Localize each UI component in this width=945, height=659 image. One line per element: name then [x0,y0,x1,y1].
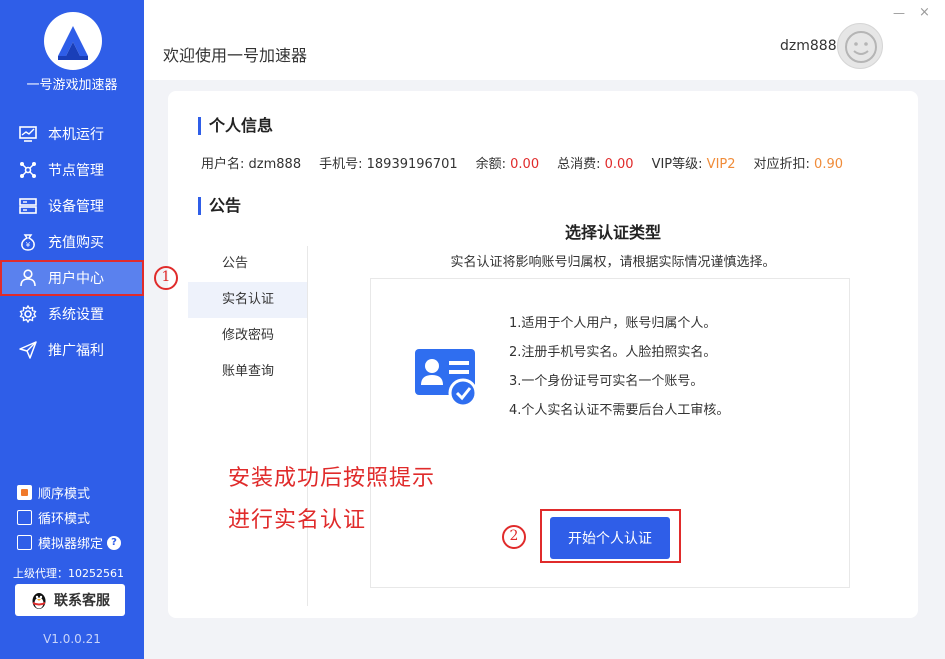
checkbox[interactable] [17,485,32,500]
app-version: V1.0.0.21 [43,632,101,646]
sidebar-item-label: 节点管理 [48,163,104,179]
sidebar-item-label: 充值购买 [48,235,104,251]
network-icon [18,160,38,180]
money-bag-icon: ¥ [18,232,38,252]
info-vip-level: VIP等级: VIP2 [651,157,736,172]
sidebar-item-node-management[interactable]: 节点管理 [0,152,144,188]
personal-verification-box: 1.适用于个人用户，账号归属个人。 2.注册手机号实名。人脸拍照实名。 3.一个… [370,278,850,588]
rule-item: 3.一个身份证号可实名一个账号。 [509,374,704,389]
welcome-text: 欢迎使用一号加速器 [163,46,308,65]
sidebar-item-local-run[interactable]: 本机运行 [0,116,144,152]
annotation-marker-2: 2 [502,525,526,549]
sidebar-item-promotion[interactable]: 推广福利 [0,332,144,368]
minimize-button[interactable]: — [893,6,905,20]
sidebar-item-device-management[interactable]: 设备管理 [0,188,144,224]
agent-info: 上级代理：10252561 [13,567,124,580]
checkbox[interactable] [17,510,32,525]
info-total-spend: 总消费: 0.00 [557,157,634,172]
verify-title: 选择认证类型 [564,223,661,242]
tab-real-name-verification[interactable]: 实名认证 [188,282,307,318]
info-username: 用户名: dzm888 [201,157,302,172]
notice-tabs: 公告 实名认证 修改密码 账单查询 [188,246,308,606]
annotation-marker-1: 1 [154,266,178,290]
sidebar: 一号游戏加速器 本机运行 节点管理 设备管理 ¥ 充值购买 用户中心 系统设置 … [0,0,144,659]
info-balance: 余额: 0.00 [475,157,540,172]
rule-item: 1.适用于个人用户，账号归属个人。 [509,316,717,331]
sidebar-item-label: 用户中心 [48,271,104,287]
personal-info-title: 个人信息 [198,117,273,135]
send-icon [18,340,38,360]
gear-icon [18,304,38,324]
contact-service-button[interactable]: 联系客服 [15,584,125,616]
app-name: 一号游戏加速器 [26,78,118,93]
checkbox[interactable] [17,535,32,550]
annotation-text-line-2: 进行实名认证 [228,508,367,533]
personal-info-row: 用户名: dzm888 手机号: 18939196701 余额: 0.00 总消… [201,153,843,172]
tab-bill-query[interactable]: 账单查询 [188,354,307,390]
sidebar-item-label: 系统设置 [48,307,104,323]
app-logo [44,12,102,70]
username: dzm888 [780,38,837,54]
main-card: 个人信息 用户名: dzm888 手机号: 18939196701 余额: 0.… [168,91,918,618]
avatar[interactable] [837,23,883,69]
option-label: 循环模式 [38,512,91,527]
tab-change-password[interactable]: 修改密码 [188,318,307,354]
option-emulator-binding[interactable]: 模拟器绑定 ? [17,533,122,552]
option-label: 模拟器绑定 [38,537,104,552]
info-phone: 手机号: 18939196701 [319,157,458,172]
info-discount: 对应折扣: 0.90 [753,157,843,172]
start-personal-verification-button[interactable]: 开始个人认证 [550,517,670,559]
notice-title: 公告 [198,197,241,215]
annotation-text-line-1: 安装成功后按照提示 [228,466,436,491]
option-label: 顺序模式 [38,487,91,502]
sidebar-item-user-center[interactable]: 用户中心 [0,260,144,296]
help-icon[interactable]: ? [107,535,122,550]
sidebar-item-settings[interactable]: 系统设置 [0,296,144,332]
header: 欢迎使用一号加速器 dzm888 — × [144,0,945,80]
close-button[interactable]: × [919,5,930,20]
contact-service-label: 联系客服 [54,593,110,609]
option-sequential-mode[interactable]: 顺序模式 [17,483,90,502]
sidebar-item-recharge[interactable]: ¥ 充值购买 [0,224,144,260]
sidebar-item-label: 设备管理 [48,199,104,215]
verification-rules: 1.适用于个人用户，账号归属个人。 2.注册手机号实名。人脸拍照实名。 3.一个… [509,309,729,425]
option-loop-mode[interactable]: 循环模式 [17,508,90,527]
monitor-icon [18,124,38,144]
server-icon [18,196,38,216]
user-icon [18,268,38,288]
sidebar-item-label: 本机运行 [48,127,104,143]
tab-notice[interactable]: 公告 [188,246,307,282]
svg-text:¥: ¥ [26,241,31,249]
id-card-check-icon [415,349,479,409]
rule-item: 2.注册手机号实名。人脸拍照实名。 [509,345,717,360]
verify-subtitle: 实名认证将影响账号归属权，请根据实际情况谨慎选择。 [450,255,776,270]
rule-item: 4.个人实名认证不需要后台人工审核。 [509,403,730,418]
sidebar-item-label: 推广福利 [48,343,104,359]
qq-penguin-icon [30,590,48,610]
